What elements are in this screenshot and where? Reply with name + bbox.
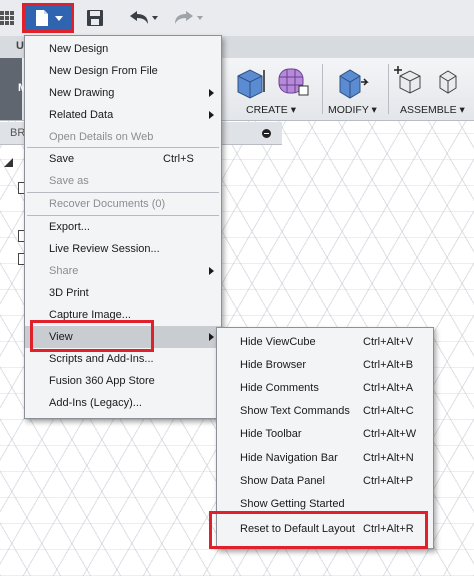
submenu-item-show-text-commands[interactable]: Show Text Commands Ctrl+Alt+C: [217, 400, 433, 422]
submenu-item-hide-navigation-bar[interactable]: Hide Navigation Bar Ctrl+Alt+N: [217, 447, 433, 469]
menu-item-save[interactable]: Save Ctrl+S: [25, 148, 221, 170]
create-label[interactable]: CREATE ▾: [246, 104, 296, 116]
menu-item-label: Recover Documents (0): [49, 198, 166, 210]
menu-item-label: Fusion 360 App Store: [49, 375, 155, 387]
app-grid-icon[interactable]: [0, 9, 14, 27]
browser-panel-title: BR: [10, 127, 26, 139]
menu-item-label: Hide Browser: [240, 359, 307, 371]
view-highlight-box: [30, 320, 154, 352]
redo-icon[interactable]: [172, 9, 206, 27]
menu-item-recover-documents: Recover Documents (0): [25, 193, 221, 215]
menu-item-shortcut: Ctrl+Alt+W: [363, 428, 417, 440]
create-group[interactable]: CREATE ▾: [228, 58, 320, 120]
joint-icon: [439, 70, 457, 94]
menu-item-3d-print[interactable]: 3D Print: [25, 282, 221, 304]
menu-item-shortcut: Ctrl+Alt+A: [363, 382, 414, 394]
menu-item-open-details-on-web: Open Details on Web: [25, 126, 221, 148]
submenu-item-show-data-panel[interactable]: Show Data Panel Ctrl+Alt+P: [217, 470, 433, 492]
press-pull-icon: [339, 69, 369, 99]
modify-group[interactable]: MODIFY ▾: [324, 58, 384, 120]
menu-item-label: Share: [49, 265, 79, 277]
reset-layout-highlight-box: [209, 511, 428, 549]
undo-icon[interactable]: [127, 9, 161, 27]
submenu-item-hide-comments[interactable]: Hide Comments Ctrl+Alt+A: [217, 377, 433, 399]
menu-item-label: Show Data Panel: [240, 475, 325, 487]
menu-item-label: 3D Print: [49, 287, 89, 299]
menu-item-label: Hide Navigation Bar: [240, 452, 338, 464]
submenu-item-hide-toolbar[interactable]: Hide Toolbar Ctrl+Alt+W: [217, 423, 433, 445]
menu-item-label: New Drawing: [49, 87, 115, 99]
menu-item-label: Scripts and Add-Ins...: [49, 353, 154, 365]
menu-item-new-drawing[interactable]: New Drawing: [25, 82, 221, 104]
menu-item-label: Save: [49, 153, 75, 165]
menu-item-shortcut: Ctrl+Alt+C: [363, 405, 414, 417]
submenu-item-hide-viewcube[interactable]: Hide ViewCube Ctrl+Alt+V: [217, 331, 433, 353]
menu-item-label: Export...: [49, 221, 90, 233]
document-icon: [36, 10, 63, 26]
collapse-browser-icon[interactable]: [262, 129, 271, 138]
file-dropdown-menu: New Design New Design From File New Draw…: [24, 35, 222, 419]
menu-item-shortcut: Ctrl+Alt+N: [363, 452, 414, 464]
menu-item-new-design-from-file[interactable]: New Design From File: [25, 60, 221, 82]
menu-item-shortcut: Ctrl+Alt+V: [363, 336, 414, 348]
menu-item-related-data[interactable]: Related Data: [25, 104, 221, 126]
menu-item-label: Related Data: [49, 109, 114, 121]
menu-item-label: Hide Comments: [240, 382, 319, 394]
save-icon[interactable]: [86, 9, 104, 27]
menu-item-shortcut: Ctrl+Alt+B: [363, 359, 414, 371]
document-tab[interactable]: U: [16, 40, 24, 52]
menu-item-live-review-session[interactable]: Live Review Session...: [25, 238, 221, 260]
menu-item-shortcut: Ctrl+S: [163, 153, 194, 165]
modify-label[interactable]: MODIFY ▾: [328, 104, 377, 116]
menu-item-label: Open Details on Web: [49, 131, 154, 143]
menu-item-label: New Design: [49, 43, 109, 55]
menu-item-label: Save as: [49, 175, 89, 187]
menu-item-new-design[interactable]: New Design: [25, 38, 221, 60]
tree-expand-icon[interactable]: [4, 158, 13, 167]
menu-item-label: Show Text Commands: [240, 405, 350, 417]
menu-item-label: Hide Toolbar: [240, 428, 302, 440]
workspace-switcher[interactable]: M: [0, 58, 27, 120]
submenu-item-hide-browser[interactable]: Hide Browser Ctrl+Alt+B: [217, 354, 433, 376]
menu-item-label: Live Review Session...: [49, 243, 160, 255]
title-bar: [0, 0, 474, 37]
menu-item-label: Show Getting Started: [240, 498, 345, 510]
menu-item-label: Add-Ins (Legacy)...: [49, 397, 142, 409]
menu-item-shortcut: Ctrl+Alt+P: [363, 475, 414, 487]
submenu-arrow-icon: [209, 267, 214, 275]
new-component-icon: [394, 66, 421, 94]
form-sphere-icon: [278, 68, 309, 96]
assemble-label[interactable]: ASSEMBLE ▾: [400, 104, 465, 116]
ribbon-divider: [322, 64, 323, 114]
ribbon-divider: [388, 64, 389, 114]
menu-item-label: Hide ViewCube: [240, 336, 316, 348]
assemble-group[interactable]: ASSEMBLE ▾: [390, 58, 474, 120]
submenu-arrow-icon: [209, 333, 214, 341]
menu-item-app-store[interactable]: Fusion 360 App Store: [25, 370, 221, 392]
submenu-arrow-icon: [209, 111, 214, 119]
extrude-box-icon: [237, 69, 265, 99]
menu-item-export[interactable]: Export...: [25, 216, 221, 238]
menu-item-save-as: Save as: [25, 170, 221, 192]
menu-item-label: New Design From File: [49, 65, 158, 77]
submenu-arrow-icon: [209, 89, 214, 97]
menu-item-add-ins-legacy[interactable]: Add-Ins (Legacy)...: [25, 392, 221, 414]
menu-item-share: Share: [25, 260, 221, 282]
file-menu-button[interactable]: [22, 3, 74, 33]
